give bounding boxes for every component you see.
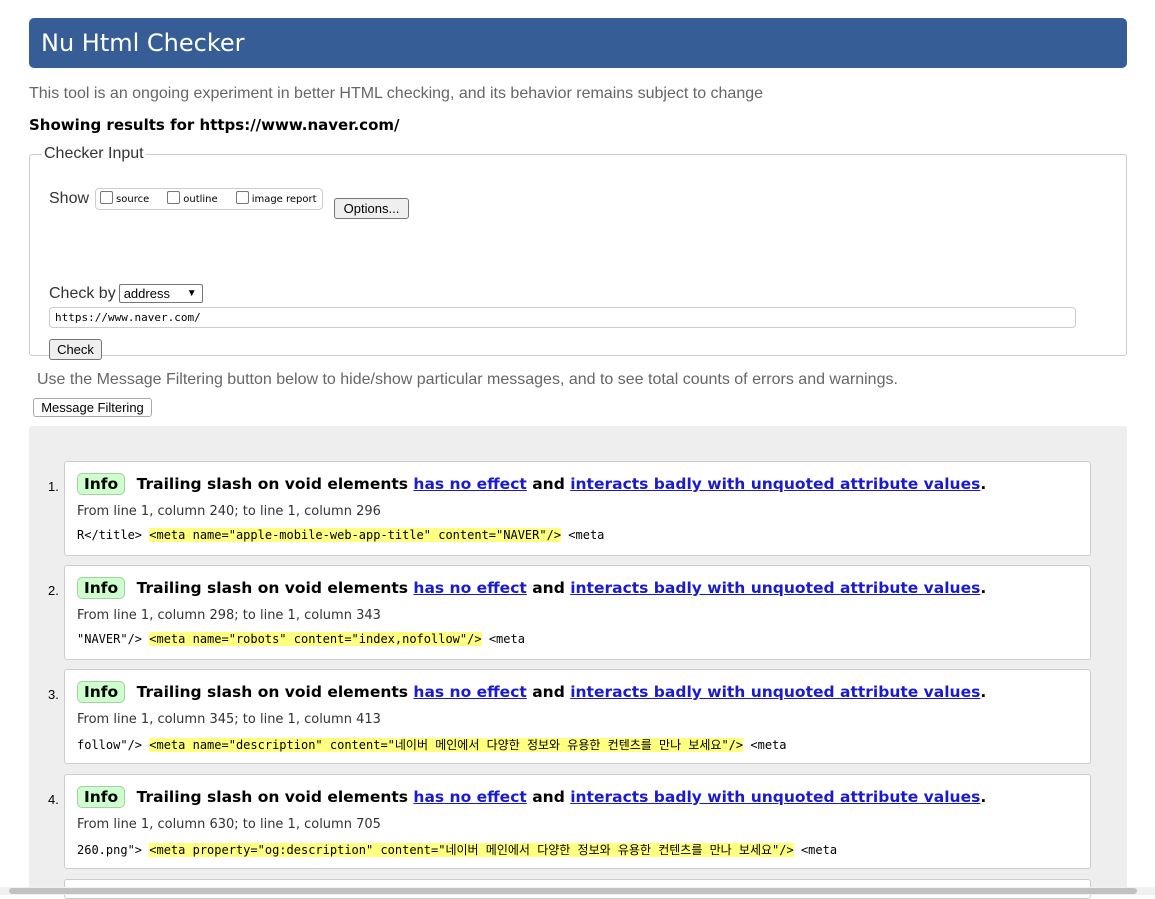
extract-highlight: <meta name="apple-mobile-web-app-title" … xyxy=(149,528,562,542)
message-summary: Trailing slash on void elements xyxy=(136,788,409,806)
checker-input-legend: Checker Input xyxy=(44,145,144,162)
message-location: From line 1, column 298; to line 1, colu… xyxy=(77,608,381,623)
source-extract: 260.png"> <meta property="og:description… xyxy=(77,841,837,858)
list-item: 3. Info Trailing slash on void elements … xyxy=(48,669,1091,764)
extract-context: follow"/> xyxy=(77,738,150,752)
image-report-checkbox[interactable] xyxy=(235,191,249,204)
message-period: . xyxy=(980,788,987,806)
message-number: 3. xyxy=(48,687,59,702)
message-filtering-button[interactable]: Message Filtering xyxy=(33,398,152,417)
extract-highlight: <meta property="og:description" content=… xyxy=(149,843,794,857)
unquoted-attribute-link[interactable]: interacts badly with unquoted attribute … xyxy=(570,475,980,493)
extract-context: "NAVER"/> xyxy=(77,632,150,646)
outline-checkbox[interactable] xyxy=(167,191,181,204)
message-location: From line 1, column 240; to line 1, colu… xyxy=(77,504,381,519)
check-button[interactable]: Check xyxy=(49,339,102,360)
message-text: Info Trailing slash on void elements has… xyxy=(77,786,986,808)
url-input[interactable]: https://www.naver.com/ xyxy=(49,307,1076,328)
message-text: Info Trailing slash on void elements has… xyxy=(77,473,986,495)
message-summary: Trailing slash on void elements xyxy=(136,579,409,597)
message-period: . xyxy=(980,579,987,597)
message-summary: Trailing slash on void elements xyxy=(136,475,409,493)
horizontal-scrollbar[interactable] xyxy=(0,887,1155,895)
list-item: 4. Info Trailing slash on void elements … xyxy=(48,774,1091,869)
message-conjunction: and xyxy=(532,475,565,493)
list-item: 2. Info Trailing slash on void elements … xyxy=(48,565,1091,660)
message-number: 1. xyxy=(48,479,59,494)
check-by-row: Check by address ▼ xyxy=(49,284,203,303)
source-extract: "NAVER"/> <meta name="robots" content="i… xyxy=(77,632,525,646)
unquoted-attribute-link[interactable]: interacts badly with unquoted attribute … xyxy=(570,788,980,806)
scrollbar-thumb[interactable] xyxy=(9,888,1137,894)
check-by-select[interactable]: address ▼ xyxy=(118,284,203,303)
show-options-group: source outline image report xyxy=(95,188,323,210)
has-no-effect-link[interactable]: has no effect xyxy=(413,475,526,493)
source-checkbox-label: source xyxy=(116,193,150,205)
source-extract: R</title> <meta name="apple-mobile-web-a… xyxy=(77,528,604,542)
extract-context: R</title> xyxy=(77,528,150,542)
list-item: 1. Info Trailing slash on void elements … xyxy=(48,461,1091,556)
info-badge: Info xyxy=(77,473,126,495)
message-conjunction: and xyxy=(532,788,565,806)
extract-context: <meta xyxy=(743,738,787,752)
chevron-down-icon: ▼ xyxy=(186,288,197,299)
source-checkbox[interactable] xyxy=(100,191,114,204)
message-period: . xyxy=(980,683,987,701)
extract-context: <meta xyxy=(481,632,525,646)
extract-context: <meta xyxy=(561,528,605,542)
message-number: 4. xyxy=(48,792,59,807)
show-label: Show xyxy=(49,190,90,207)
extract-context: 260.png"> xyxy=(77,843,150,857)
extract-highlight: <meta name="description" content="네이버 메인… xyxy=(149,738,744,752)
has-no-effect-link[interactable]: has no effect xyxy=(413,579,526,597)
extract-highlight: <meta name="robots" content="index,nofol… xyxy=(149,632,482,646)
unquoted-attribute-link[interactable]: interacts badly with unquoted attribute … xyxy=(570,683,980,701)
message-number: 2. xyxy=(48,583,59,598)
unquoted-attribute-link[interactable]: interacts badly with unquoted attribute … xyxy=(570,579,980,597)
show-row: Show source outline image report xyxy=(49,188,323,210)
has-no-effect-link[interactable]: has no effect xyxy=(413,683,526,701)
page-title: Nu Html Checker xyxy=(41,29,245,57)
show-outline-option[interactable]: outline xyxy=(167,191,218,205)
message-summary: Trailing slash on void elements xyxy=(136,683,409,701)
filter-note: Use the Message Filtering button below t… xyxy=(37,371,898,388)
extract-context: <meta xyxy=(793,843,838,857)
message-location: From line 1, column 630; to line 1, colu… xyxy=(77,817,381,832)
results-panel: 1. Info Trailing slash on void elements … xyxy=(29,426,1127,899)
message-location: From line 1, column 345; to line 1, colu… xyxy=(77,712,381,727)
checker-input-panel: Checker Input Show source outline image … xyxy=(29,145,1127,360)
message-conjunction: and xyxy=(532,683,565,701)
outline-checkbox-label: outline xyxy=(183,193,218,205)
info-badge: Info xyxy=(77,681,126,703)
info-badge: Info xyxy=(77,786,126,808)
check-by-label: Check by xyxy=(49,284,116,302)
app-header: Nu Html Checker xyxy=(29,18,1127,68)
showing-results-heading: Showing results for https://www.naver.co… xyxy=(29,116,400,134)
message-text: Info Trailing slash on void elements has… xyxy=(77,681,986,703)
info-badge: Info xyxy=(77,577,126,599)
message-text: Info Trailing slash on void elements has… xyxy=(77,577,986,599)
tagline: This tool is an ongoing experiment in be… xyxy=(29,85,764,102)
check-by-value: address xyxy=(123,286,170,301)
image-report-checkbox-label: image report xyxy=(251,193,317,205)
source-extract: follow"/> <meta name="description" conte… xyxy=(77,736,787,753)
message-conjunction: and xyxy=(532,579,565,597)
options-button[interactable]: Options... xyxy=(334,198,409,219)
has-no-effect-link[interactable]: has no effect xyxy=(413,788,526,806)
show-source-option[interactable]: source xyxy=(100,191,150,205)
message-period: . xyxy=(980,475,987,493)
show-image-report-option[interactable]: image report xyxy=(235,191,317,205)
